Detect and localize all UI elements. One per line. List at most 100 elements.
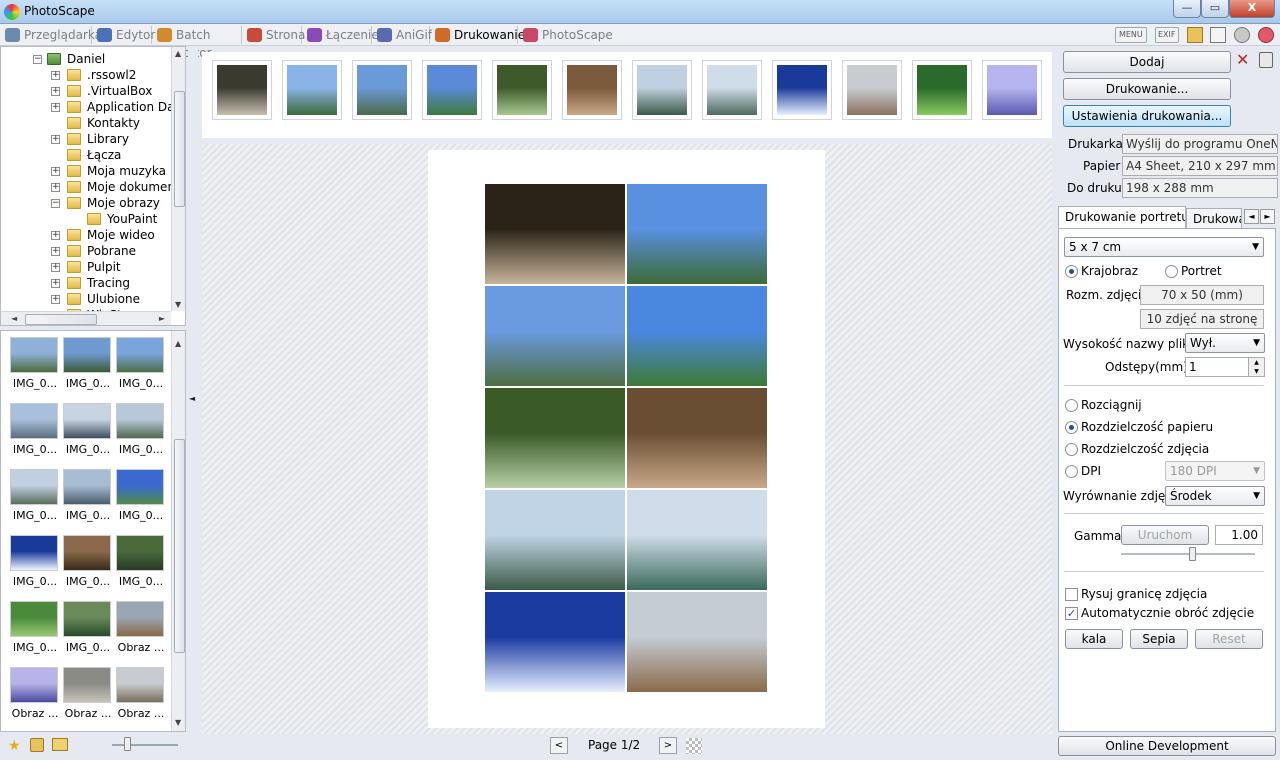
layout-photo[interactable]: [485, 388, 625, 488]
gallery-thumbnail[interactable]: IMG_0...: [9, 335, 59, 397]
tab-photoscape[interactable]: PhotoScape: [520, 26, 613, 44]
scroll-up-icon[interactable]: ▲: [175, 339, 181, 348]
favorites-folder-icon[interactable]: [30, 738, 44, 752]
stretch-radio[interactable]: [1065, 399, 1078, 412]
tree-item[interactable]: + .rssowl2: [1, 67, 171, 83]
strip-thumbnail[interactable]: [422, 60, 482, 120]
tab-scroll-left-icon[interactable]: ◄: [1244, 209, 1259, 224]
strip-thumbnail[interactable]: [982, 60, 1042, 120]
draw-border-checkbox[interactable]: [1065, 588, 1078, 601]
strip-thumbnail[interactable]: [772, 60, 832, 120]
tab-portrait-print[interactable]: Drukowanie portretu: [1058, 206, 1186, 230]
layout-photo[interactable]: [627, 592, 767, 692]
gamma-slider-handle[interactable]: [1189, 547, 1197, 561]
gallery-thumbnail[interactable]: IMG_0...: [115, 335, 165, 397]
layout-photo[interactable]: [627, 388, 767, 488]
maximize-button[interactable]: ▭: [1201, 0, 1229, 18]
add-button[interactable]: Dodaj: [1063, 51, 1231, 73]
tab-scroll-right-icon[interactable]: ►: [1260, 209, 1275, 224]
thumbnail-size-handle[interactable]: [124, 737, 131, 751]
online-development-button[interactable]: Online Development: [1058, 736, 1276, 756]
strip-thumbnail[interactable]: [492, 60, 552, 120]
minimize-button[interactable]: —: [1173, 0, 1201, 18]
layout-photo[interactable]: [627, 286, 767, 386]
gallery-thumbnail[interactable]: IMG_0...: [9, 599, 59, 661]
tree-item[interactable]: Łącza: [1, 147, 171, 163]
gallery-thumbnail[interactable]: Obraz ...: [115, 665, 165, 727]
landscape-radio[interactable]: [1065, 265, 1078, 278]
tree-item[interactable]: + Moje dokument: [1, 179, 180, 195]
gallery-thumbnail[interactable]: [62, 731, 112, 732]
tree-item[interactable]: + Application Dat: [1, 99, 179, 115]
gallery-scrollbar[interactable]: ▲ ▼: [171, 331, 185, 731]
gallery-thumbnail[interactable]: IMG_0...: [62, 401, 112, 463]
scroll-down-icon[interactable]: ▼: [175, 300, 181, 309]
gallery-thumbnail[interactable]: IMG_0...: [62, 335, 112, 397]
tree-item[interactable]: Kontakty: [1, 115, 171, 131]
scroll-up-icon[interactable]: ▲: [175, 49, 181, 58]
print-settings-button[interactable]: Ustawienia drukowania...: [1063, 105, 1231, 127]
gallery-thumbnail[interactable]: IMG_0...: [62, 599, 112, 661]
tab-print[interactable]: Drukowanie: [432, 26, 525, 44]
expand-icon[interactable]: +: [51, 279, 60, 288]
tree-item[interactable]: + Pulpit: [1, 259, 171, 275]
panel-splitter[interactable]: ◄: [188, 46, 198, 734]
exif-icon[interactable]: EXIF: [1154, 27, 1179, 43]
expand-icon[interactable]: +: [51, 183, 60, 192]
strip-thumbnail[interactable]: [562, 60, 622, 120]
strip-thumbnail[interactable]: [352, 60, 412, 120]
expand-icon[interactable]: +: [51, 231, 60, 240]
gallery-thumbnail[interactable]: Obraz ...: [62, 665, 112, 727]
gallery-thumbnail[interactable]: IMG_0...: [62, 467, 112, 529]
tab-page[interactable]: Strona: [244, 26, 305, 44]
gallery-thumbnail[interactable]: Obraz ...: [115, 599, 165, 661]
scroll-right-icon[interactable]: ►: [159, 314, 165, 323]
layout-photo[interactable]: [485, 184, 625, 284]
open-folder-icon[interactable]: [52, 738, 68, 751]
auto-rotate-checkbox[interactable]: ✓: [1065, 607, 1078, 620]
spacing-stepper[interactable]: ▲ ▼: [1248, 358, 1264, 376]
thumbnail-size-slider[interactable]: [112, 744, 178, 746]
close-button[interactable]: X: [1229, 0, 1275, 18]
tree-item[interactable]: + Tracing: [1, 275, 171, 291]
expand-icon[interactable]: +: [51, 263, 60, 272]
tab-combine[interactable]: Łączenie: [304, 26, 379, 44]
tree-item[interactable]: + Library: [1, 131, 171, 147]
tree-item[interactable]: + Moje wideo: [1, 227, 171, 243]
gallery-scroll-thumb[interactable]: [174, 439, 185, 653]
tree-item[interactable]: + Ulubione: [1, 291, 171, 307]
delete-icon[interactable]: ✕: [1236, 50, 1249, 69]
portrait-radio[interactable]: [1165, 265, 1178, 278]
gallery-thumbnail[interactable]: Obraz ...: [9, 665, 59, 727]
tab-editor[interactable]: Edytor: [94, 26, 155, 44]
prev-page-button[interactable]: <: [550, 737, 568, 754]
tab-batch-editor[interactable]: Batch Editor: [154, 26, 242, 60]
print-button[interactable]: Drukowanie...: [1063, 78, 1231, 100]
expand-icon[interactable]: +: [51, 135, 60, 144]
tree-vertical-scrollbar[interactable]: ▲ ▼: [171, 47, 185, 311]
gamma-value[interactable]: 1.00: [1215, 525, 1263, 545]
dpi-radio[interactable]: [1065, 465, 1078, 478]
expand-icon[interactable]: +: [51, 87, 60, 96]
paper-resolution-radio[interactable]: [1065, 421, 1078, 434]
tree-hscroll-thumb[interactable]: [25, 314, 97, 325]
tree-item[interactable]: + .VirtualBox: [1, 83, 171, 99]
next-page-button[interactable]: >: [659, 737, 677, 754]
scroll-left-icon[interactable]: ◄: [11, 314, 17, 323]
collapse-icon[interactable]: −: [51, 199, 60, 208]
gallery-thumbnail[interactable]: IMG_0...: [115, 467, 165, 529]
layout-photo[interactable]: [627, 184, 767, 284]
gallery-thumbnail[interactable]: IMG_0...: [9, 401, 59, 463]
photo-resolution-radio[interactable]: [1065, 443, 1078, 456]
tab-browser[interactable]: Przeglądarka: [2, 26, 102, 44]
trash-icon[interactable]: [1259, 52, 1273, 68]
strip-thumbnail[interactable]: [632, 60, 692, 120]
layout-photo[interactable]: [627, 490, 767, 590]
layout-photo[interactable]: [485, 490, 625, 590]
run-button[interactable]: Uruchom: [1121, 525, 1209, 545]
align-select[interactable]: Środek ▼: [1165, 486, 1265, 506]
expand-icon[interactable]: +: [51, 247, 60, 256]
gallery-thumbnail[interactable]: [115, 731, 165, 732]
photo-size-select[interactable]: 5 x 7 cm ▼: [1064, 237, 1264, 257]
tree-scroll-thumb[interactable]: [174, 91, 185, 207]
